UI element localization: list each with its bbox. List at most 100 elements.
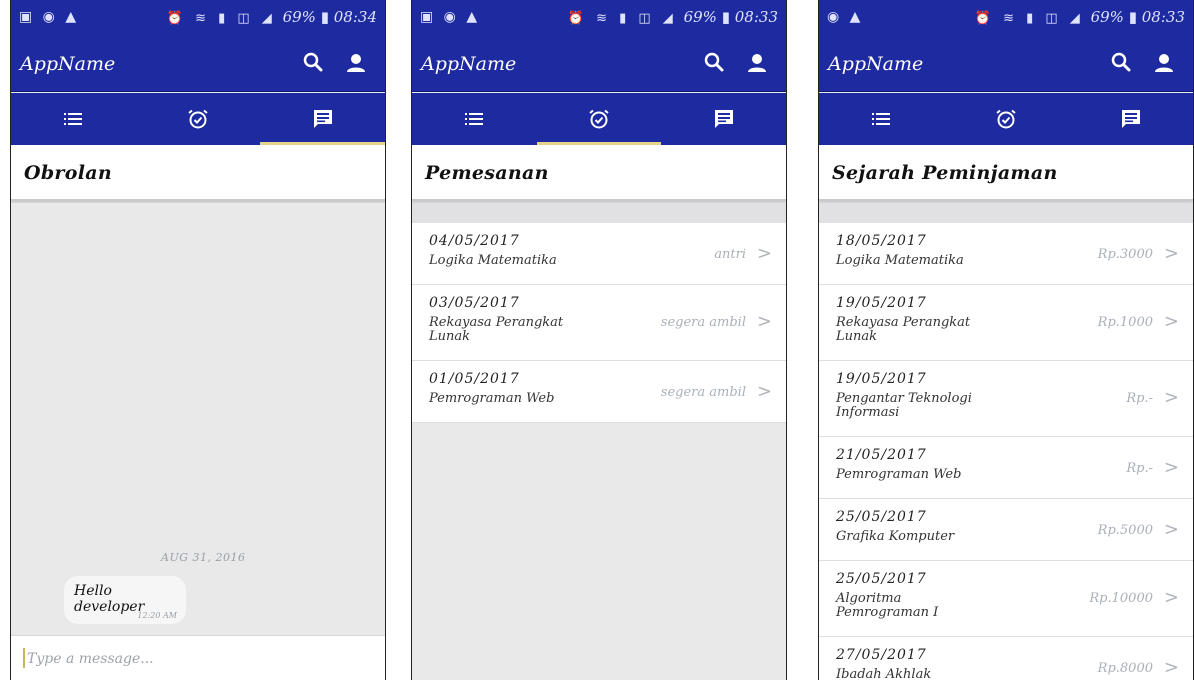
battery-level: 69%	[282, 8, 316, 26]
list-item[interactable]: 04/05/2017 Logika Matematika antri >	[412, 223, 786, 285]
message-bubble[interactable]: Hello developer 12:20 AM	[64, 576, 186, 624]
item-status: segera ambil	[660, 315, 746, 330]
app-name: AppName	[828, 53, 924, 75]
list-item[interactable]: 19/05/2017 Pengantar Teknologi Informasi…	[819, 361, 1193, 437]
list-item[interactable]: 19/05/2017 Rekayasa Perangkat Lunak Rp.1…	[819, 285, 1193, 361]
item-date: 03/05/2017	[429, 295, 520, 311]
message-input[interactable]	[27, 646, 357, 672]
status-right: ⏰ ≋ ▮ ◫ ◢ 69% ▮ 08:33	[568, 8, 778, 26]
app-bar: AppName	[819, 36, 1193, 92]
notification-icons: ▣ ◉ ▲	[420, 9, 481, 25]
divider	[819, 203, 1193, 223]
item-date: 04/05/2017	[429, 233, 520, 249]
phone-screen-history: ◉ ▲ ⏰ ≋ ▮ ◫ ◢ 69% ▮ 08:33 AppName Sejara…	[818, 0, 1194, 680]
tab-booking[interactable]	[136, 93, 261, 145]
chevron-right-icon: >	[756, 381, 772, 402]
chevron-right-icon: >	[1163, 311, 1179, 332]
clock: 08:33	[734, 8, 778, 26]
booking-list: 04/05/2017 Logika Matematika antri > 03/…	[412, 223, 786, 423]
chat-icon	[1121, 110, 1140, 128]
app-name: AppName	[421, 53, 517, 75]
page-title: Sejarah Peminjaman	[832, 162, 1058, 184]
screen-header: Pemesanan	[412, 145, 786, 201]
notification-icons: ◉ ▲	[827, 9, 864, 25]
system-icons: ⏰ ≋ ▮ ◫ ◢	[974, 11, 1084, 26]
page-title: Pemesanan	[425, 162, 549, 184]
list-item[interactable]: 21/05/2017 Pemrograman Web Rp.- >	[819, 437, 1193, 499]
chevron-right-icon: >	[1163, 587, 1179, 608]
tab-chat[interactable]	[1068, 93, 1193, 145]
divider	[412, 203, 786, 223]
screen-header: Sejarah Peminjaman	[819, 145, 1193, 201]
phone-screen-chat: ▣ ◉ ▲ ⏰ ≋ ▮ ◫ ◢ 69% ▮ 08:34 AppName Obro…	[10, 0, 386, 680]
tab-chat[interactable]	[260, 93, 385, 145]
message-time: 12:20 AM	[137, 611, 177, 620]
item-date: 21/05/2017	[836, 447, 927, 463]
tab-booking[interactable]	[944, 93, 1069, 145]
app-bar: AppName	[11, 36, 385, 92]
tab-history[interactable]	[11, 93, 136, 145]
tab-booking[interactable]	[536, 93, 662, 145]
phone-screen-booking: ▣ ◉ ▲ ⏰ ≋ ▮ ◫ ◢ 69% ▮ 08:33 AppName Peme…	[411, 0, 787, 680]
item-title: Algoritma Pemrograman I	[836, 591, 939, 620]
list-item[interactable]: 25/05/2017 Algoritma Pemrograman I Rp.10…	[819, 561, 1193, 637]
search-icon[interactable]	[299, 48, 329, 78]
tab-chat[interactable]	[661, 93, 786, 145]
item-title: Logika Matematika	[429, 253, 557, 268]
battery-level: 69%	[683, 8, 717, 26]
item-title: Pemrograman Web	[429, 391, 555, 406]
page-title: Obrolan	[24, 162, 112, 184]
app-name: AppName	[20, 53, 116, 75]
item-title: Rekayasa Perangkat Lunak	[429, 315, 564, 344]
item-date: 18/05/2017	[836, 233, 927, 249]
account-icon[interactable]	[742, 48, 772, 78]
chat-area: AUG 31, 2016 Hello developer 12:20 AM	[11, 203, 385, 635]
notification-icons: ▣ ◉ ▲	[19, 9, 80, 25]
list-item[interactable]: 01/05/2017 Pemrograman Web segera ambil …	[412, 361, 786, 423]
tab-bar	[11, 93, 385, 145]
alarm-check-icon	[188, 109, 208, 129]
chevron-right-icon: >	[1163, 519, 1179, 540]
status-bar: ▣ ◉ ▲ ⏰ ≋ ▮ ◫ ◢ 69% ▮ 08:34	[11, 0, 385, 36]
list-item[interactable]: 27/05/2017 Ibadah Akhlak Rp.8000 >	[819, 637, 1193, 680]
chat-icon	[714, 110, 733, 128]
item-title: Logika Matematika	[836, 253, 964, 268]
tab-history[interactable]	[819, 93, 944, 145]
list-icon	[872, 113, 891, 125]
search-icon[interactable]	[1107, 48, 1137, 78]
list-item[interactable]: 03/05/2017 Rekayasa Perangkat Lunak sege…	[412, 285, 786, 361]
list-icon	[64, 113, 83, 125]
system-icons: ⏰ ≋ ▮ ◫ ◢	[166, 11, 276, 26]
item-fine: Rp.10000	[1089, 591, 1153, 606]
item-status: antri	[714, 247, 746, 262]
item-date: 01/05/2017	[429, 371, 520, 387]
list-item[interactable]: 25/05/2017 Grafika Komputer Rp.5000 >	[819, 499, 1193, 561]
app-bar: AppName	[412, 36, 786, 92]
chevron-right-icon: >	[1163, 657, 1179, 678]
list-icon	[465, 113, 484, 125]
tab-history[interactable]	[412, 93, 537, 145]
clock: 08:33	[1141, 8, 1185, 26]
item-date: 27/05/2017	[836, 647, 927, 663]
battery-icon: ▮	[1128, 8, 1137, 26]
history-list: 18/05/2017 Logika Matematika Rp.3000 > 1…	[819, 223, 1193, 680]
search-icon[interactable]	[700, 48, 730, 78]
status-bar: ▣ ◉ ▲ ⏰ ≋ ▮ ◫ ◢ 69% ▮ 08:33	[412, 0, 786, 36]
item-title: Grafika Komputer	[836, 529, 955, 544]
status-bar: ◉ ▲ ⏰ ≋ ▮ ◫ ◢ 69% ▮ 08:33	[819, 0, 1193, 36]
battery-icon: ▮	[320, 8, 329, 26]
battery-level: 69%	[1090, 8, 1124, 26]
chevron-right-icon: >	[1163, 457, 1179, 478]
account-icon[interactable]	[1149, 48, 1179, 78]
system-icons: ⏰ ≋ ▮ ◫ ◢	[567, 11, 677, 26]
account-icon[interactable]	[341, 48, 371, 78]
screen-header: Obrolan	[11, 145, 385, 201]
item-fine: Rp.5000	[1097, 523, 1153, 538]
item-fine: Rp.-	[1126, 461, 1153, 476]
chat-icon	[313, 110, 332, 128]
status-right: ⏰ ≋ ▮ ◫ ◢ 69% ▮ 08:34	[167, 8, 377, 26]
list-item[interactable]: 18/05/2017 Logika Matematika Rp.3000 >	[819, 223, 1193, 285]
clock: 08:34	[333, 8, 377, 26]
status-right: ⏰ ≋ ▮ ◫ ◢ 69% ▮ 08:33	[975, 8, 1185, 26]
chevron-right-icon: >	[756, 243, 772, 264]
